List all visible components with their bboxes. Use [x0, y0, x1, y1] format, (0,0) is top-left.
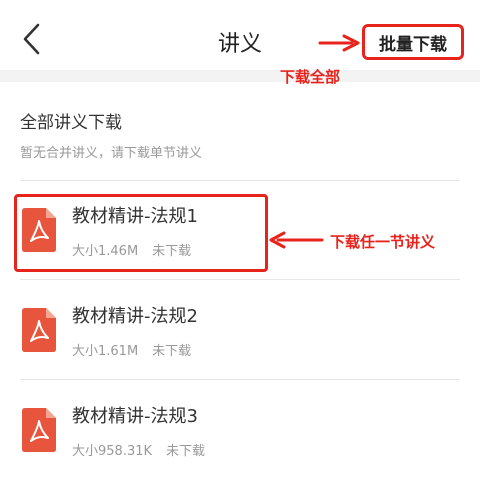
pdf-icon [22, 408, 56, 452]
annotation-download-single: 下载任一节讲义 [330, 233, 436, 251]
item-title: 教材精讲-法规1 [72, 206, 198, 227]
item-meta: 大小958.31K 未下载 [72, 440, 205, 459]
pdf-icon [22, 308, 56, 352]
section-divider [20, 180, 460, 181]
item-meta: 大小1.61M 未下载 [72, 340, 191, 359]
file-size: 大小1.61M [72, 344, 139, 359]
header-bar: 讲义 批量下载 [0, 0, 480, 70]
batch-download-highlight: 批量下载 [362, 24, 464, 60]
item-divider [20, 279, 460, 280]
download-status: 未下载 [166, 444, 206, 459]
header-divider [0, 70, 480, 82]
annotation-arrow-left-icon [269, 231, 324, 249]
pdf-icon [22, 208, 56, 252]
file-size: 大小1.46M [72, 244, 139, 259]
item-title: 教材精讲-法规3 [72, 406, 198, 427]
list-item[interactable]: 教材精讲-法规3 大小958.31K 未下载 [0, 384, 480, 480]
all-download-subtitle: 暂无合并讲义，请下载单节讲义 [20, 146, 203, 161]
annotation-arrow-right-icon [318, 34, 360, 52]
item-meta: 大小1.46M 未下载 [72, 240, 191, 259]
item-divider [20, 379, 460, 380]
list-item[interactable]: 教材精讲-法规2 大小1.61M 未下载 [0, 284, 480, 380]
item-title: 教材精讲-法规2 [72, 306, 198, 327]
batch-download-button[interactable]: 批量下载 [365, 27, 461, 57]
all-download-section[interactable]: 全部讲义下载 暂无合并讲义，请下载单节讲义 [0, 82, 480, 178]
download-status: 未下载 [152, 244, 192, 259]
file-size: 大小958.31K [72, 444, 153, 459]
all-download-title[interactable]: 全部讲义下载 [20, 108, 122, 133]
download-status: 未下载 [152, 344, 192, 359]
